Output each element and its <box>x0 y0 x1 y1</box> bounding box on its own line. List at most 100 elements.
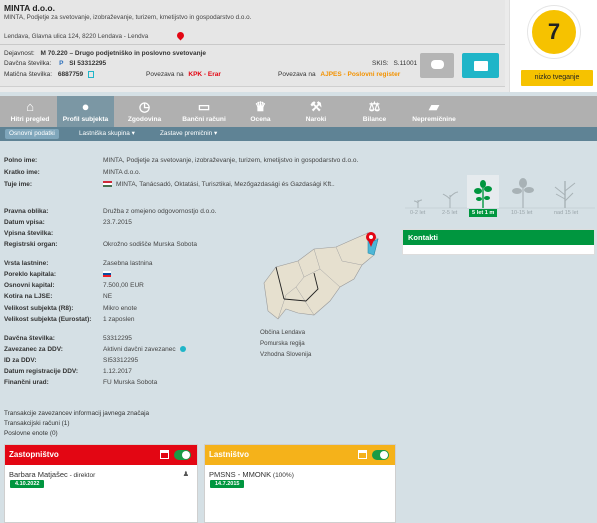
velikost-eurostat-value: 1 zaposlen <box>103 316 135 323</box>
add-to-portfolio-button[interactable] <box>462 53 499 78</box>
company-header: MINTA d.o.o. MINTA, Podjetje za svetovan… <box>0 0 597 92</box>
tab-naroki[interactable]: ⚒ Naroki <box>288 96 344 127</box>
tab-zgodovina[interactable]: ◷ Zgodovina <box>116 96 173 127</box>
zavezanec-row: Aktivni davčni zavezanec <box>103 346 186 353</box>
zastopnik-entry[interactable]: Barbara Matjašec - direktor <box>9 470 95 479</box>
lastnistvo-card: Lastništvo PMSNS - MMONK (100%) 14.7.201… <box>204 444 396 523</box>
copy-icon[interactable] <box>87 71 94 78</box>
davcna-row: Davčna številka: P SI 53312295 <box>4 60 106 67</box>
home-icon: ⌂ <box>26 99 34 114</box>
age-label-1: 2-5 let <box>442 210 458 216</box>
age-label-3: 10-15 let <box>511 210 533 216</box>
zavezanec-label: Zavezanec za DDV: <box>4 346 63 353</box>
poslovne-enote-link[interactable]: Poslovne enote (0) <box>4 430 58 437</box>
ajpes-prefix: Povezava na <box>278 71 316 78</box>
company-address: Lendava, Glavna ulica 124, 8220 Lendava … <box>4 33 149 40</box>
tuje-ime-value: MINTA, Tanácsadó, Oktatási, Turisztikai,… <box>116 181 335 188</box>
poreklo-value <box>103 271 111 278</box>
zastopnistvo-title: Zastopništvo <box>9 450 59 459</box>
ajpes-link-row: Povezava na AJPES - Poslovni register <box>278 71 400 78</box>
zastopnik-date: 4.10.2022 <box>10 480 45 488</box>
ajpes-link[interactable]: AJPES - Poslovni register <box>320 71 400 78</box>
lastnik-entry[interactable]: PMSNS - MMONK (100%) <box>209 470 294 479</box>
poreklo-label: Poreklo kapitala: <box>4 271 57 278</box>
scales-icon: ⚖ <box>368 99 381 114</box>
polno-ime-value: MINTA, Podjetje za svetovanje, izobražev… <box>103 157 359 164</box>
tab-profil-subjekta[interactable]: ● Profil subjekta <box>57 96 114 127</box>
zastopnistvo-toggle[interactable] <box>174 450 191 460</box>
maticna-label: Matična številka: <box>4 71 53 79</box>
velikost-eurostat-label: Velikost subjekta (Eurostat): <box>4 316 92 323</box>
skis-row: SKIS: S.11001 <box>372 60 417 67</box>
subtab-lastniska-skupina[interactable]: Lastniška skupina ▾ <box>75 129 139 139</box>
davcna-value: 53312295 <box>103 335 132 342</box>
davcna-value: SI 53312295 <box>69 60 107 67</box>
tab-hitri-pregled[interactable]: ⌂ Hitri pregled <box>3 96 57 127</box>
vpisna-label: Vpisna številka: <box>4 230 54 237</box>
map-pin-icon[interactable] <box>175 30 186 41</box>
tab-bancni-racuni[interactable]: ▭ Bančni računi <box>175 96 233 127</box>
tuje-ime-label: Tuje ime: <box>4 181 33 188</box>
registrski-organ-value: Okrožno sodišče Murska Sobota <box>103 241 197 248</box>
tab-label: Nepremičnine <box>412 116 456 123</box>
davcna-label: Davčna številka: <box>4 60 52 67</box>
calendar-icon[interactable] <box>358 450 367 459</box>
dejavnost-label: Dejavnost: <box>4 50 35 57</box>
header-divider <box>0 44 505 45</box>
maticna-value: 6887759 <box>57 71 84 79</box>
tab-bilance[interactable]: ⚖ Bilance <box>344 96 405 127</box>
trophy-icon: ♛ <box>254 99 267 114</box>
kontakti-title: Kontakti <box>403 230 594 245</box>
score-badge: 7 <box>528 6 580 58</box>
gavel-icon: ⚒ <box>310 99 322 114</box>
slovenia-map-svg <box>263 232 379 320</box>
company-short-name: MINTA d.o.o. <box>4 3 55 13</box>
company-info-panel: MINTA d.o.o. MINTA, Podjetje za svetovan… <box>0 0 505 87</box>
velikost-r8-value: Mikro enote <box>103 305 137 312</box>
tab-nepremicnine[interactable]: ▰ Nepremičnine <box>405 96 463 127</box>
tab-label: Hitri pregled <box>10 116 50 123</box>
transakcije-jz-link[interactable]: Transakcije zavezancev informacij javneg… <box>4 410 149 417</box>
datum-ddv-value: 1.12.2017 <box>103 368 132 375</box>
dejavnost-row: Dejavnost: M 70.220 – Drugo podjetniško … <box>4 50 206 57</box>
tuje-ime-row: MINTA, Tanácsadó, Oktatási, Turisztikai,… <box>103 181 335 188</box>
tab-label: Zgodovina <box>127 116 162 123</box>
vrsta-lastnine-label: Vrsta lastnine: <box>4 260 49 267</box>
map-obcina: Občina Lendava <box>260 329 306 336</box>
registrski-organ-label: Registrski organ: <box>4 241 58 248</box>
dejavnost-value: M 70.220 – Drugo podjetniško in poslovno… <box>40 50 206 57</box>
tab-label: Ocena <box>250 116 271 123</box>
subtab-osnovni-podatki[interactable]: Osnovni podatki <box>5 129 59 139</box>
tab-label: Naroki <box>305 116 327 123</box>
card-icon: ▭ <box>197 99 211 114</box>
person-icon: ♟ <box>182 471 189 478</box>
skis-label: SKIS: <box>372 60 389 67</box>
company-full-name: MINTA, Podjetje za svetovanje, izobražev… <box>4 14 252 21</box>
zastopnik-name[interactable]: Barbara Matjašec <box>9 470 68 479</box>
score-panel: 7 nizko tveganje <box>509 0 597 92</box>
hungary-flag-icon <box>103 181 112 188</box>
datum-ddv-label: Datum registracije DDV: <box>4 368 79 375</box>
pravna-oblika-value: Družba z omejeno odgovornostjo d.o.o. <box>103 208 217 215</box>
lastnistvo-toggle[interactable] <box>372 450 389 460</box>
davcna-label: Davčna številka: <box>4 335 55 342</box>
velikost-r8-label: Velikost subjekta (R8): <box>4 305 74 312</box>
sub-tabs: Osnovni podatki Lastniška skupina ▾ Zast… <box>0 127 597 141</box>
kpk-prefix: Povezava na <box>146 71 184 78</box>
lastnik-name[interactable]: PMSNS - MMONK <box>209 470 271 479</box>
polno-ime-label: Polno ime: <box>4 157 38 164</box>
osnovni-kapital-value: 7.500,00 EUR <box>103 282 144 289</box>
transakcijski-racuni-link[interactable]: Transakcijski računi (1) <box>4 420 69 427</box>
score-value: 7 <box>547 19 561 44</box>
subtab-zastave-premicnin[interactable]: Zastave premičnin ▾ <box>156 129 221 139</box>
davcna-p-badge: P <box>59 60 64 67</box>
kpk-link[interactable]: KPK - Erar <box>188 71 221 78</box>
info-icon[interactable] <box>179 346 186 353</box>
datum-vpisa-value: 23.7.2015 <box>103 219 132 226</box>
tab-ocena[interactable]: ♛ Ocena <box>233 96 288 127</box>
lastnik-share: (100%) <box>271 472 294 479</box>
calendar-icon[interactable] <box>160 450 169 459</box>
slovenia-map[interactable] <box>256 225 406 335</box>
maticna-row: Matična številka: 6887759 <box>4 71 94 78</box>
comment-button[interactable] <box>420 53 454 78</box>
